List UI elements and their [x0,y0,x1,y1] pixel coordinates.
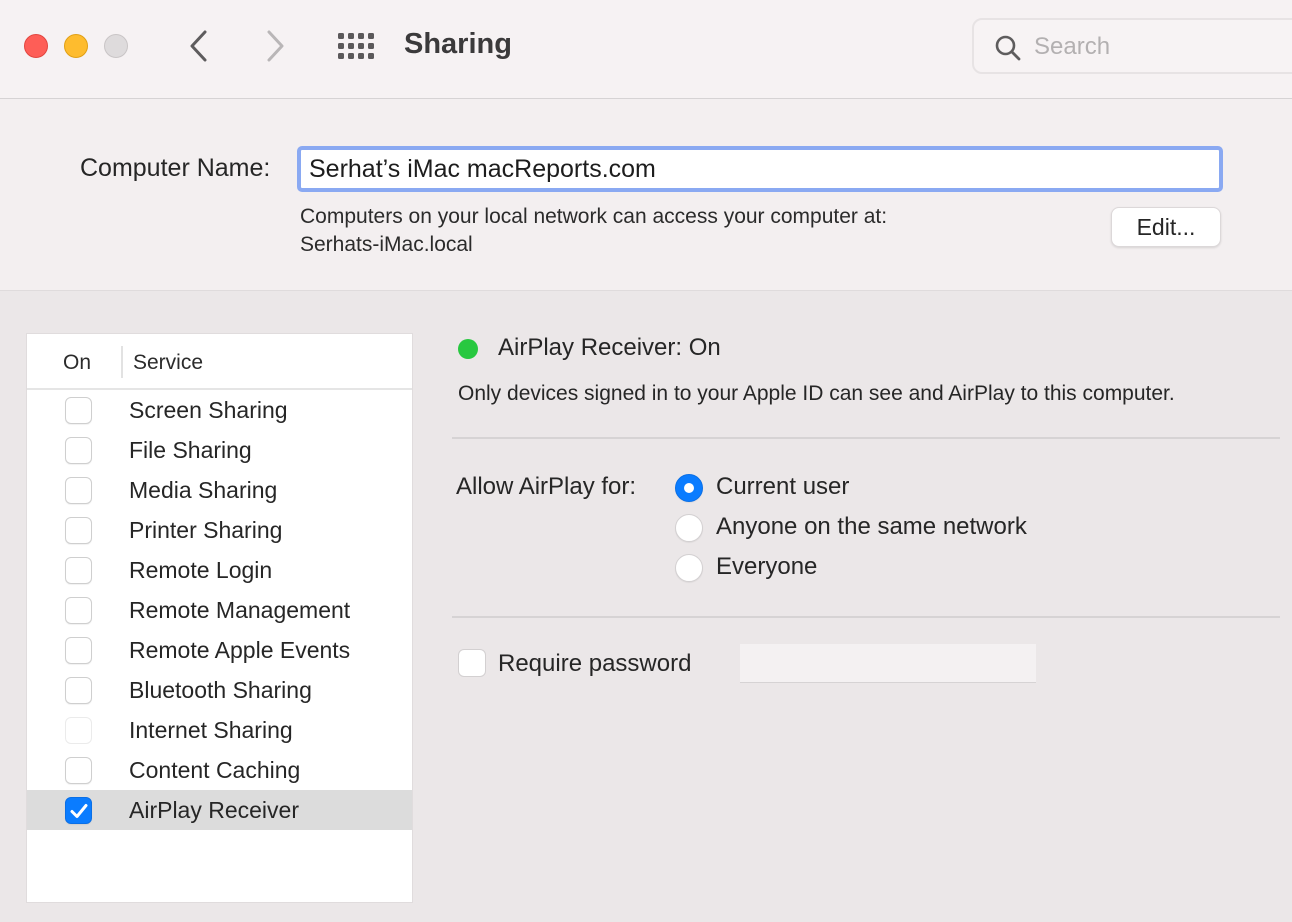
radio-button[interactable] [675,514,703,542]
service-checkbox[interactable] [65,757,92,784]
service-label: Printer Sharing [129,517,283,543]
service-label: Screen Sharing [129,397,288,423]
service-row[interactable]: Media Sharing [27,470,412,510]
chevron-left-icon [190,30,207,62]
services-rows: Screen Sharing File Sharing Media Sharing P… [27,390,412,830]
service-description: Only devices signed in to your Apple ID … [458,382,1175,405]
service-label: File Sharing [129,437,252,463]
radio-button[interactable] [675,474,703,502]
service-row[interactable]: Remote Login [27,550,412,590]
service-label: Content Caching [129,757,301,783]
chevron-right-icon [267,30,284,62]
service-row[interactable]: Content Caching [27,750,412,790]
title-bar: Sharing [0,0,1292,99]
service-row[interactable]: File Sharing [27,430,412,470]
service-checkbox[interactable] [65,437,92,464]
service-label: Bluetooth Sharing [129,677,312,703]
service-label: AirPlay Receiver [129,797,299,823]
edit-hostname-button[interactable]: Edit... [1111,207,1221,247]
search-icon [995,35,1021,61]
search-input[interactable] [1034,28,1274,66]
service-row[interactable]: Screen Sharing [27,390,412,430]
divider [452,616,1280,618]
require-password-checkbox[interactable] [458,649,486,677]
show-all-button[interactable] [336,30,376,62]
computer-name-input[interactable] [297,146,1223,192]
status-indicator-icon [458,339,478,359]
services-list: On Service Screen Sharing File Sharing Med… [26,333,413,903]
service-status: AirPlay Receiver: On [498,334,721,361]
service-checkbox[interactable] [65,477,92,504]
window-title: Sharing [404,28,512,60]
computer-name-section: Computer Name: Computers on your local n… [0,99,1292,291]
service-checkbox[interactable] [65,557,92,584]
service-checkbox[interactable] [65,637,92,664]
checkmark-icon [70,804,88,818]
service-checkbox[interactable] [65,797,92,824]
service-row[interactable]: Remote Management [27,590,412,630]
allow-airplay-label: Allow AirPlay for: [456,473,637,500]
radio-label: Everyone [716,553,818,580]
service-checkbox[interactable] [65,517,92,544]
service-checkbox[interactable] [65,397,92,424]
password-input [740,644,1036,683]
column-header-service[interactable]: Service [133,351,203,375]
local-hostname-description: Computers on your local network can acce… [300,203,887,259]
services-list-header: On Service [27,334,412,390]
close-window-button[interactable] [24,34,48,58]
divider [452,437,1280,439]
forward-button[interactable] [260,28,290,64]
service-checkbox[interactable] [65,597,92,624]
service-label: Remote Login [129,557,273,583]
minimize-window-button[interactable] [64,34,88,58]
radio-label: Anyone on the same network [716,513,1027,540]
search-field[interactable] [972,18,1292,74]
service-label: Remote Apple Events [129,637,351,663]
service-row[interactable]: Bluetooth Sharing [27,670,412,710]
column-separator[interactable] [121,346,123,378]
grid-icon [338,33,374,59]
service-checkbox[interactable] [65,677,92,704]
service-label: Remote Management [129,597,351,623]
service-checkbox [65,717,92,744]
back-button[interactable] [184,28,214,64]
service-row[interactable]: Printer Sharing [27,510,412,550]
local-hostname: Serhats-iMac.local [300,233,473,256]
service-label: Media Sharing [129,477,278,503]
service-row[interactable]: Internet Sharing [27,710,412,750]
require-password-label[interactable]: Require password [498,650,691,678]
service-row[interactable]: AirPlay Receiver [27,790,412,830]
radio-label: Current user [716,473,850,500]
zoom-window-button [104,34,128,58]
service-label: Internet Sharing [129,717,293,743]
local-network-note: Computers on your local network can acce… [300,205,888,228]
column-header-on[interactable]: On [63,351,91,375]
service-row[interactable]: Remote Apple Events [27,630,412,670]
computer-name-label: Computer Name: [80,154,271,182]
radio-button[interactable] [675,554,703,582]
